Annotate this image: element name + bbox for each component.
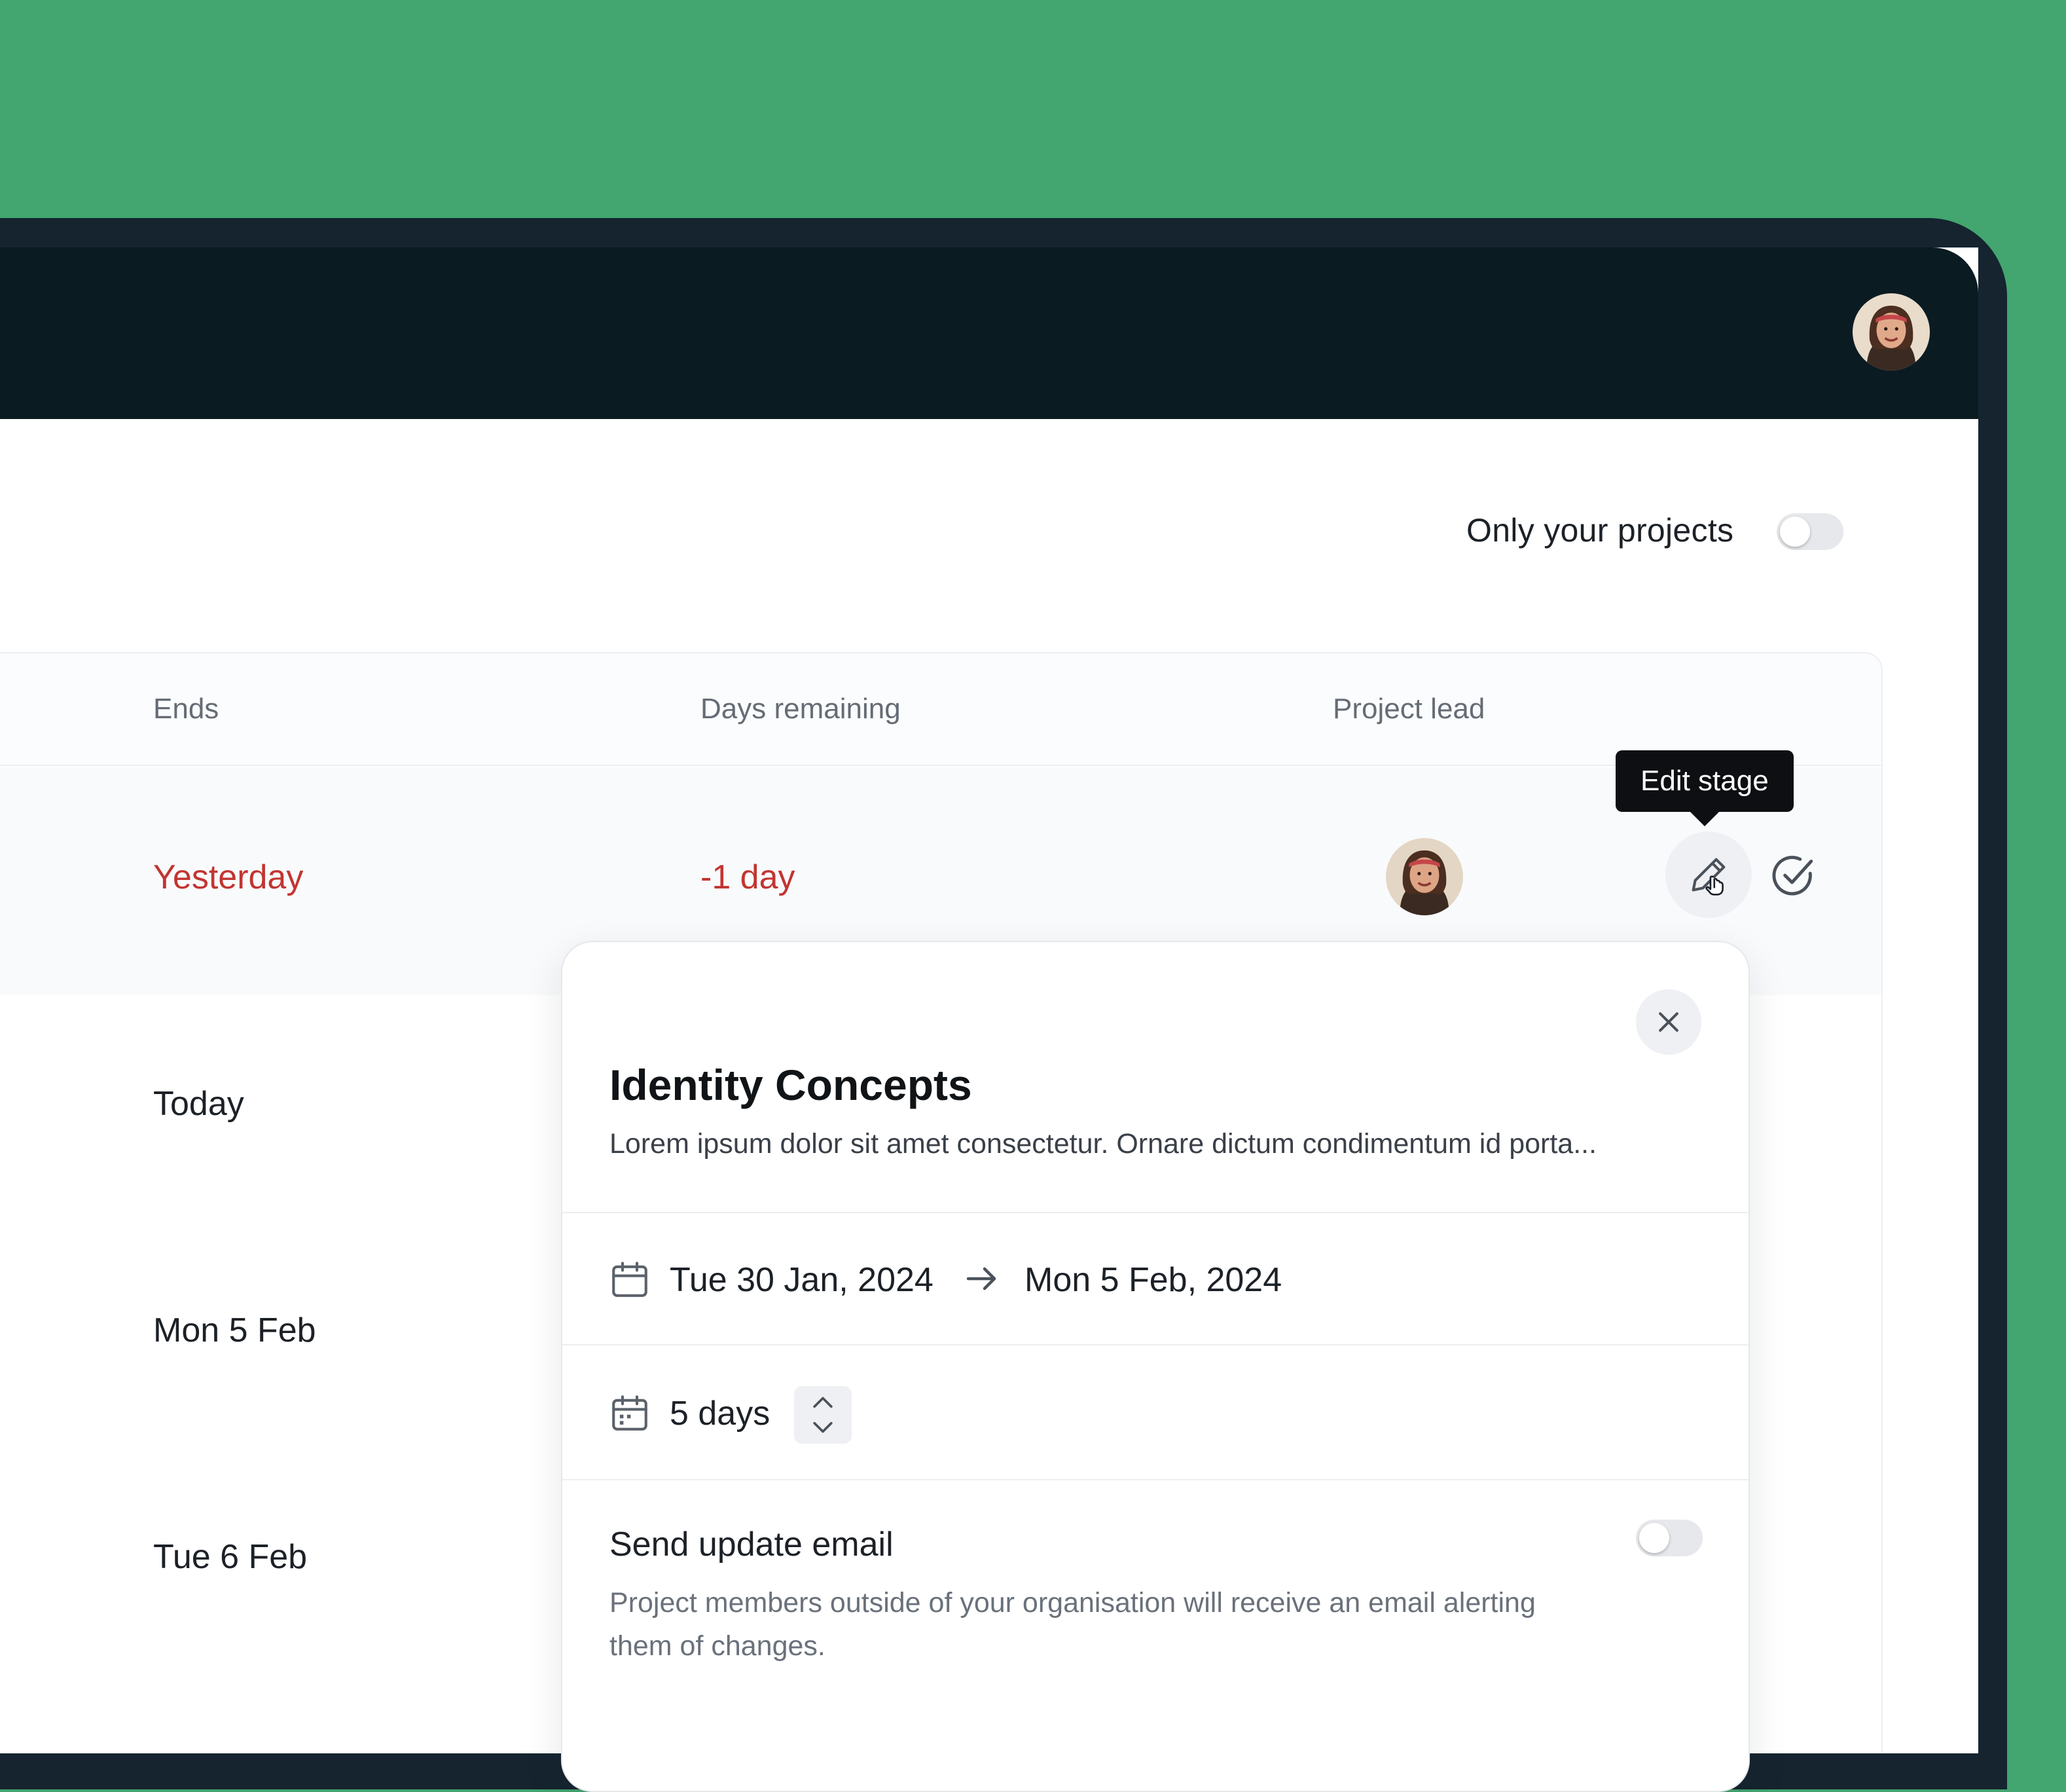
- divider: [562, 1479, 1749, 1480]
- toggle-knob: [1639, 1523, 1669, 1553]
- column-header-ends[interactable]: Ends: [153, 693, 219, 725]
- table-header: Ends Days remaining Project lead: [0, 653, 1881, 766]
- avatar-icon: [1386, 838, 1463, 915]
- calendar-icon: [612, 1395, 647, 1431]
- close-button[interactable]: [1636, 989, 1701, 1055]
- only-your-projects-toggle[interactable]: [1777, 513, 1843, 550]
- edit-stage-button[interactable]: [1665, 832, 1752, 918]
- divider: [562, 1344, 1749, 1345]
- column-header-days-remaining[interactable]: Days remaining: [700, 693, 901, 725]
- pencil-icon: [1692, 858, 1726, 896]
- tooltip-text: Edit stage: [1640, 765, 1769, 797]
- chevron-up-icon[interactable]: [808, 1393, 837, 1411]
- row-ends: Mon 5 Feb: [153, 1311, 316, 1349]
- toggle-knob: [1780, 517, 1810, 547]
- send-update-email-toggle[interactable]: [1636, 1520, 1703, 1556]
- start-date[interactable]: Tue 30 Jan, 2024: [670, 1260, 933, 1300]
- row-ends: Today: [153, 1085, 244, 1123]
- end-date[interactable]: Mon 5 Feb, 2024: [1024, 1260, 1282, 1300]
- check-circle-icon: [1772, 856, 1813, 896]
- divider: [562, 1212, 1749, 1213]
- calendar-icon: [612, 1262, 647, 1297]
- popover-title: Identity Concepts: [609, 1061, 972, 1109]
- duration-value: 5 days: [670, 1395, 770, 1433]
- edit-stage-popover: Identity Concepts Lorem ipsum dolor sit …: [561, 941, 1750, 1792]
- send-update-email-description: Project members outside of your organisa…: [609, 1587, 1536, 1662]
- avatar-icon: [1853, 293, 1930, 371]
- top-bar: [0, 247, 1978, 419]
- column-header-project-lead[interactable]: Project lead: [1333, 693, 1485, 725]
- close-icon: [1659, 1012, 1678, 1032]
- row-days-remaining: -1 day: [700, 858, 795, 896]
- row-ends: Yesterday: [153, 858, 304, 896]
- complete-stage-button[interactable]: [1756, 838, 1830, 913]
- chevron-down-icon[interactable]: [808, 1419, 837, 1437]
- user-avatar[interactable]: [1853, 293, 1930, 371]
- send-update-email-label: Send update email: [609, 1526, 894, 1563]
- edit-stage-tooltip: Edit stage: [1616, 750, 1794, 812]
- popover-description: Lorem ipsum dolor sit amet consectetur. …: [609, 1128, 1597, 1160]
- row-ends: Tue 6 Feb: [153, 1538, 308, 1576]
- duration-stepper[interactable]: [794, 1386, 852, 1444]
- only-your-projects-label: Only your projects: [1466, 512, 1734, 549]
- arrow-right-icon: [966, 1267, 996, 1290]
- project-lead-avatar[interactable]: [1386, 838, 1463, 915]
